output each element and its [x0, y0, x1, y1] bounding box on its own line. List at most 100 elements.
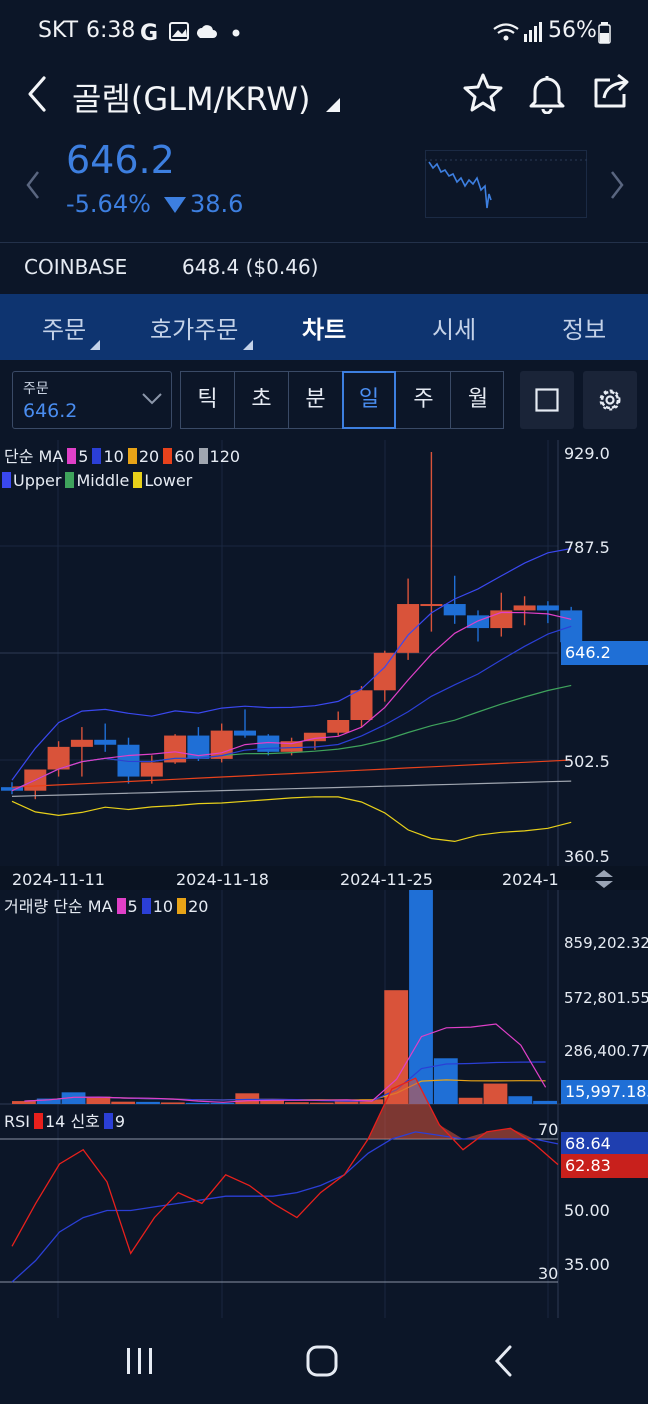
vol-ma5-label: 5	[127, 897, 138, 916]
sparkline-chart	[425, 150, 587, 218]
order-select-value: 646.2	[23, 400, 78, 422]
page-title[interactable]: 골렘(GLM/KRW)	[72, 74, 310, 120]
ma120-swatch	[198, 448, 208, 464]
share-icon[interactable]	[590, 70, 632, 112]
rsi-level-70: 70	[538, 1120, 559, 1139]
recent-apps-icon[interactable]	[124, 1346, 156, 1376]
tab-order[interactable]: 주문	[42, 310, 86, 345]
rsi-axis-label: 35.00	[564, 1255, 610, 1274]
period-minute[interactable]: 분	[289, 372, 343, 428]
prev-chevron-icon[interactable]	[24, 168, 42, 202]
ma10-swatch	[92, 448, 102, 464]
volume-bar	[533, 1100, 557, 1104]
bb-legend: Upper Middle Lower	[0, 471, 192, 490]
tab-chart[interactable]: 차트	[302, 310, 346, 345]
rsi-legend-title: RSI	[4, 1112, 30, 1131]
ma60-label: 60	[174, 447, 195, 466]
volume-axis-label: 859,202.329	[564, 934, 648, 952]
period-week[interactable]: 주	[397, 372, 451, 428]
battery-percent: 56%	[548, 18, 597, 43]
price-axis-label: 502.5	[564, 752, 610, 771]
fullscreen-button[interactable]	[520, 371, 574, 429]
dot-icon	[232, 29, 240, 37]
rsi-level-30: 30	[538, 1264, 559, 1283]
volume-legend: 거래량 단순 MA 5 10 20	[4, 893, 208, 917]
panel-resize-icon[interactable]	[592, 869, 616, 889]
tab-market[interactable]: 시세	[432, 310, 476, 345]
price-axis-label: 787.5	[564, 538, 610, 557]
volume-bar	[210, 1102, 235, 1104]
volume-bar	[185, 1102, 210, 1104]
price-change-amount: 38.6	[190, 190, 244, 218]
vol-ma5-swatch	[116, 898, 126, 914]
vol-ma10-label: 10	[152, 897, 174, 916]
period-tick[interactable]: 틱	[181, 372, 235, 428]
tab-bar: 주문 호가주문 차트 시세 정보	[0, 294, 648, 360]
vol-ma10-swatch	[141, 898, 151, 914]
system-nav-bar	[0, 1318, 648, 1404]
weather-icon	[197, 25, 217, 38]
ma120-label: 120	[209, 447, 241, 466]
home-icon[interactable]	[305, 1344, 339, 1378]
notification-icons: G	[140, 21, 240, 44]
ma-legend: 단순 MA 5 10 20 60 120	[4, 443, 240, 467]
period-day[interactable]: 일	[342, 371, 396, 429]
candle-body	[513, 605, 536, 611]
battery-icon	[598, 22, 611, 44]
dropdown-corner-icon[interactable]	[326, 98, 340, 112]
ma20-label: 20	[138, 447, 160, 466]
order-type-select[interactable]: 주문 646.2	[12, 371, 172, 429]
volume-bar	[160, 1102, 185, 1104]
volume-bar	[136, 1101, 160, 1104]
volume-axis-label: 286,400.776	[564, 1042, 648, 1060]
bell-icon[interactable]	[526, 72, 568, 114]
tab-info[interactable]: 정보	[562, 310, 606, 345]
rsi-period: 14	[45, 1112, 66, 1131]
candle-body	[327, 720, 350, 733]
rsi-signal-line	[11, 1131, 559, 1283]
rsi-axis-label: 50.00	[564, 1201, 610, 1220]
order-select-label: 주문	[23, 381, 49, 397]
candle-body	[443, 604, 466, 616]
ma-legend-title: 단순 MA	[4, 447, 64, 466]
upper-swatch	[2, 472, 11, 488]
back-arrow-icon[interactable]	[24, 74, 52, 114]
volume-bar	[458, 1097, 483, 1104]
lower-label: Lower	[144, 471, 193, 490]
ma20-swatch	[127, 448, 137, 464]
ma5-label: 5	[78, 447, 89, 466]
tab-quote-order[interactable]: 호가주문	[150, 310, 238, 345]
bb-lower-line	[11, 796, 572, 843]
vol-ma20-label: 20	[188, 897, 209, 916]
signal-tag: 62.83	[561, 1154, 648, 1178]
star-icon[interactable]	[462, 72, 504, 114]
back-nav-icon[interactable]	[492, 1344, 516, 1378]
date-label: 2024-11-11	[12, 870, 105, 889]
price-axis-label: 360.5	[564, 847, 610, 866]
gear-icon	[599, 389, 621, 411]
period-month[interactable]: 월	[451, 372, 505, 428]
candle-body	[350, 690, 373, 720]
ma10-label: 10	[103, 447, 124, 466]
date-label: 2024-11-25	[340, 870, 433, 889]
volume-bar	[111, 1101, 136, 1104]
date-label: 2024-11-18	[176, 870, 269, 889]
settings-button[interactable]	[583, 371, 637, 429]
signal-icon	[493, 22, 542, 42]
next-chevron-icon[interactable]	[608, 168, 626, 202]
carrier-label: SKT	[38, 18, 79, 43]
ma60-swatch	[163, 448, 173, 464]
chevron-down-icon	[142, 393, 162, 405]
status-bar: SKT 6:38 G 56%	[0, 0, 648, 62]
clock: 6:38	[86, 18, 136, 43]
middle-swatch	[65, 472, 75, 488]
volume-axis-label: 572,801.552	[564, 989, 648, 1007]
candle-body	[234, 730, 256, 736]
chart-area[interactable]: 단순 MA 5 10 20 60 120 Upper Middle Lower 929.0 7…	[0, 440, 648, 1318]
signal-label: 신호	[70, 1112, 100, 1131]
volume-bar	[235, 1093, 260, 1104]
candle-body	[373, 652, 396, 691]
period-second[interactable]: 초	[235, 372, 289, 428]
volume-bar	[409, 890, 433, 1104]
candle-body	[140, 762, 163, 777]
